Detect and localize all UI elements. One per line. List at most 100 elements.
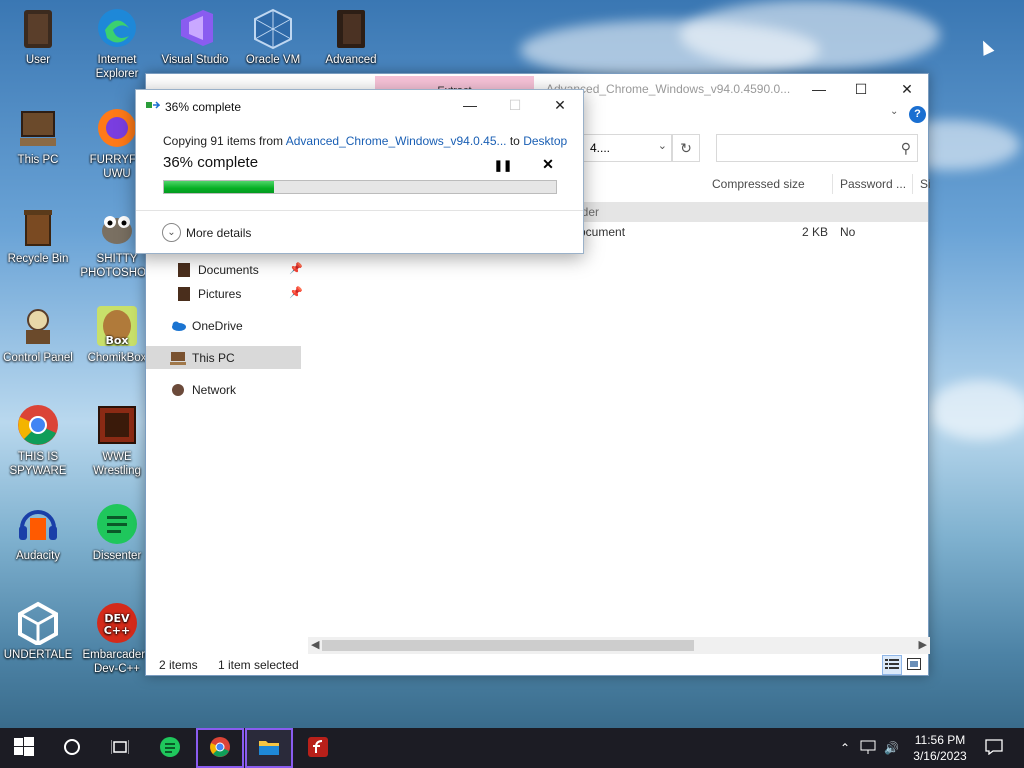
divider — [136, 210, 583, 211]
taskbar-flash[interactable] — [294, 728, 342, 768]
computer-icon — [16, 106, 60, 150]
taskbar-clock[interactable]: 11:56 PM 3/16/2023 — [905, 732, 975, 764]
desktop-icon-this-is-spyware[interactable]: THIS IS SPYWARE — [0, 403, 78, 478]
chevron-down-icon[interactable]: ⌄ — [658, 139, 667, 152]
desktop-icon-this-pc[interactable]: This PC — [0, 106, 78, 167]
source-link[interactable]: Advanced_Chrome_Windows_v94.0.45... — [286, 134, 507, 148]
desktop-icon-recycle-bin[interactable]: Recycle Bin — [0, 205, 78, 266]
status-selection: 1 item selected — [218, 658, 299, 672]
task-view-icon — [110, 739, 130, 758]
desktop-icon-user[interactable]: User — [0, 6, 78, 67]
address-text: 4.... — [590, 141, 611, 155]
scroll-right-arrow[interactable]: ▶ — [919, 638, 927, 651]
recycle-bin-icon — [16, 205, 60, 249]
dialog-close-button[interactable]: ✕ — [537, 90, 583, 120]
large-icons-view-icon — [907, 657, 921, 673]
notification-icon — [985, 738, 1003, 758]
column-password[interactable]: Password ... — [840, 170, 906, 198]
column-compressed-size[interactable]: Compressed size — [712, 170, 805, 198]
gimp-icon — [95, 205, 139, 249]
column-size[interactable]: Si — [920, 170, 931, 198]
search-input[interactable]: ⚲ — [716, 134, 918, 162]
sidebar-item-pictures[interactable]: Pictures — [176, 282, 241, 306]
minimize-button[interactable]: — — [796, 74, 842, 104]
column-divider[interactable] — [912, 174, 913, 194]
address-bar[interactable]: 4.... ⌄ — [582, 134, 672, 162]
computer-icon — [170, 351, 186, 365]
onedrive-cloud-icon — [170, 319, 186, 333]
folder-icon — [258, 737, 280, 760]
help-icon[interactable]: ? — [909, 106, 926, 123]
copy-description: Copying 91 items from Advanced_Chrome_Wi… — [163, 134, 568, 148]
horizontal-scrollbar[interactable]: ◀ ▶ — [308, 637, 930, 654]
file-password-cell: No — [840, 225, 856, 239]
dialog-minimize-button[interactable]: — — [447, 90, 493, 120]
sidebar-item-network[interactable]: Network — [170, 378, 236, 402]
large-icons-view-button[interactable] — [904, 655, 924, 675]
chrome-icon — [209, 736, 231, 761]
refresh-button[interactable]: ↻ — [672, 134, 700, 162]
ribbon-expand-icon[interactable]: ⌄ — [890, 106, 898, 117]
network-icon[interactable] — [860, 740, 876, 757]
speaker-icon[interactable]: 🔊 — [884, 741, 899, 755]
maximize-button[interactable]: ☐ — [838, 74, 884, 104]
column-divider[interactable] — [832, 174, 833, 194]
pause-icon: ❚❚ — [493, 159, 513, 172]
desktop-icon-oracle-vm[interactable]: Oracle VM — [233, 6, 313, 67]
sidebar-item-onedrive[interactable]: OneDrive — [170, 314, 243, 338]
dissenter-icon — [95, 502, 139, 546]
desktop-icon-internet-explorer[interactable]: Internet Explorer — [77, 6, 157, 81]
firefox-icon — [95, 106, 139, 150]
svg-text:C++: C++ — [104, 624, 131, 637]
status-item-count: 2 items — [159, 658, 198, 672]
desktop-icon-advanced[interactable]: Advanced — [311, 6, 391, 67]
desktop-icon-audacity[interactable]: Audacity — [0, 502, 78, 563]
taskbar-dissenter[interactable] — [146, 728, 194, 768]
close-button[interactable]: ✕ — [884, 74, 930, 104]
notifications-button[interactable] — [970, 728, 1018, 768]
sidebar-item-documents[interactable]: Documents — [176, 258, 259, 282]
system-tray: ⌃ 🔊 — [840, 728, 899, 768]
chevron-up-icon[interactable]: ⌃ — [840, 741, 850, 755]
start-button[interactable] — [0, 728, 48, 768]
details-view-button[interactable] — [882, 655, 902, 675]
control-panel-icon — [16, 304, 60, 348]
desktop-icon-control-panel[interactable]: Control Panel — [0, 304, 78, 365]
dev-cpp-icon: DEV C++ — [95, 601, 139, 645]
pictures-folder-icon — [176, 287, 192, 301]
dialog-title: 36% complete — [165, 100, 242, 114]
clock-time: 11:56 PM — [914, 733, 966, 747]
user-folder-icon — [16, 6, 60, 50]
cancel-button[interactable]: ✕ — [538, 154, 558, 174]
search-button[interactable] — [48, 728, 96, 768]
file-type-cell[interactable]: ocument — [579, 225, 625, 239]
search-circle-icon — [63, 738, 81, 759]
taskbar-chrome[interactable] — [196, 728, 244, 768]
more-details-button[interactable]: ⌄ More details — [162, 223, 251, 242]
destination-link[interactable]: Desktop — [523, 134, 567, 148]
audacity-icon — [16, 502, 60, 546]
task-view-button[interactable] — [96, 728, 144, 768]
edge-icon — [95, 6, 139, 50]
chrome-icon — [16, 403, 60, 447]
desktop-icon-visual-studio[interactable]: Visual Studio — [155, 6, 235, 67]
flash-icon — [308, 736, 328, 760]
dialog-maximize-button: ☐ — [508, 96, 522, 113]
pin-icon[interactable]: 📌 — [289, 286, 303, 299]
progress-fill — [164, 181, 274, 193]
taskbar-file-explorer[interactable] — [245, 728, 293, 768]
mouse-cursor-icon — [977, 38, 995, 56]
pin-icon[interactable]: 📌 — [289, 262, 303, 275]
wwe-icon — [95, 403, 139, 447]
scrollbar-thumb[interactable] — [322, 640, 694, 651]
pause-button[interactable]: ❚❚ — [493, 156, 513, 174]
network-icon — [170, 383, 186, 397]
progress-bar — [163, 180, 557, 194]
sidebar-item-this-pc[interactable]: This PC — [170, 346, 235, 370]
desktop-icon-undertale[interactable]: UNDERTALE — [0, 601, 78, 662]
windows-logo-icon — [14, 736, 34, 760]
scroll-left-arrow[interactable]: ◀ — [311, 638, 319, 651]
copy-icon — [146, 100, 161, 112]
copy-progress-dialog[interactable]: 36% complete — ☐ ✕ Copying 91 items from… — [135, 89, 584, 254]
details-view-icon — [885, 658, 899, 673]
